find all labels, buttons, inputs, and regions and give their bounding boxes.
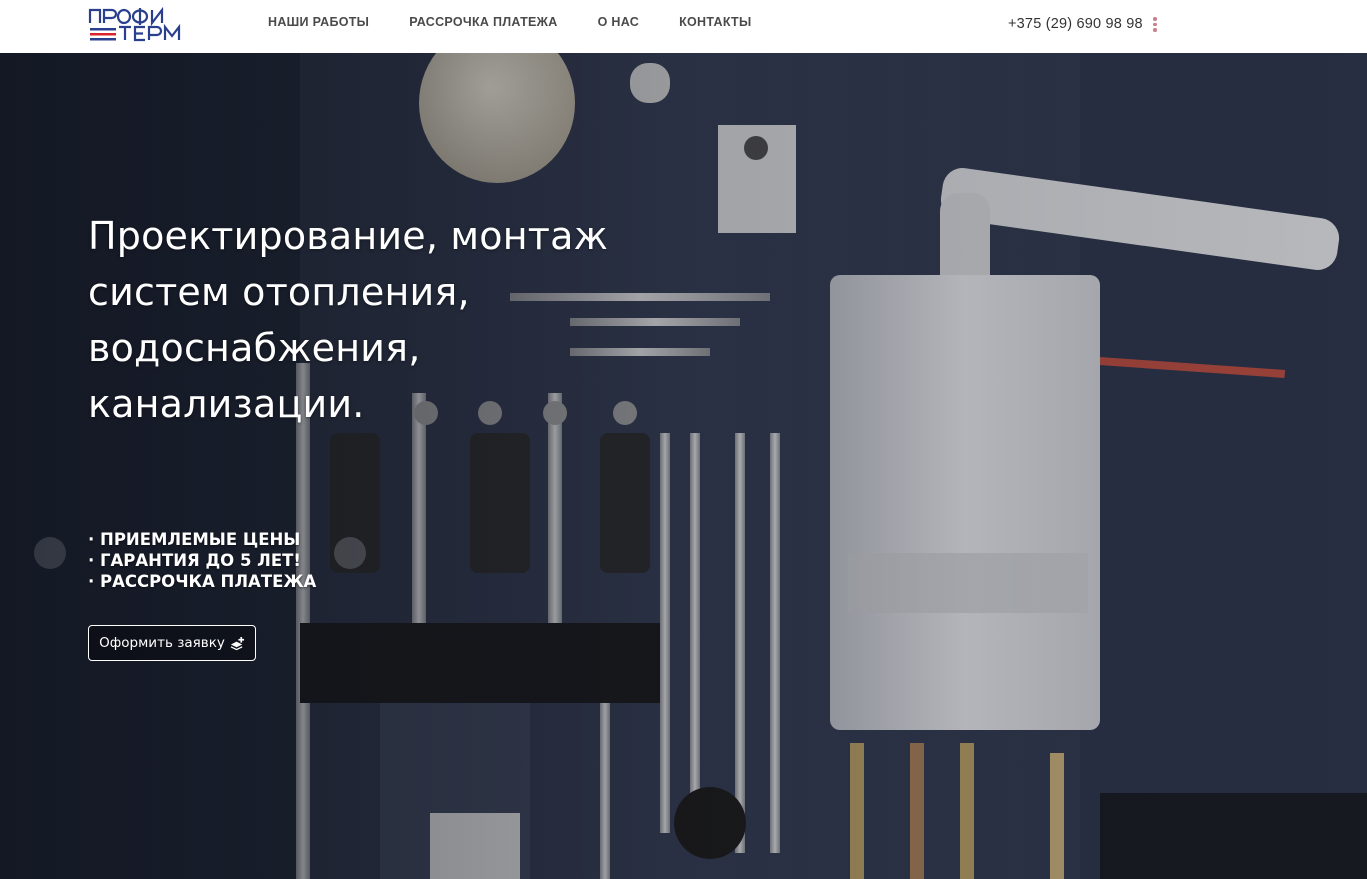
hero-title-line: Проектирование, монтаж (88, 214, 609, 258)
logo-icon (88, 7, 181, 42)
order-request-button[interactable]: Оформить заявку (88, 625, 256, 661)
nav-item-works[interactable]: НАШИ РАБОТЫ (268, 15, 369, 29)
kebab-menu-icon[interactable] (1151, 17, 1159, 33)
hero-overlay (0, 53, 1367, 879)
site-header: НАШИ РАБОТЫ РАССРОЧКА ПЛАТЕЖА О НАС КОНТ… (0, 0, 1367, 53)
feature-item: · ГАРАНТИЯ ДО 5 ЛЕТ! (88, 551, 301, 570)
main-nav: НАШИ РАБОТЫ РАССРОЧКА ПЛАТЕЖА О НАС КОНТ… (268, 15, 792, 29)
hero-title: Проектирование, монтаж систем отопления,… (88, 208, 708, 432)
hero-section: Проектирование, монтаж систем отопления,… (0, 53, 1367, 879)
order-request-label: Оформить заявку (99, 635, 225, 651)
nav-item-installment[interactable]: РАССРОЧКА ПЛАТЕЖА (409, 15, 557, 29)
nav-item-contacts[interactable]: КОНТАКТЫ (679, 15, 751, 29)
hero-title-line: канализации. (88, 382, 365, 426)
phone-link[interactable]: +375 (29) 690 98 98 (1008, 16, 1143, 32)
features-list: · ПРИЕМЛЕМЫЕ ЦЕНЫ · ГАРАНТИЯ ДО 5 ЛЕТ! ·… (88, 529, 316, 592)
hero-title-line: водоснабжения, (88, 326, 421, 370)
feature-item: · РАССРОЧКА ПЛАТЕЖА (88, 572, 317, 591)
feature-item: · ПРИЕМЛЕМЫЕ ЦЕНЫ (88, 530, 301, 549)
hero-title-line: систем отопления, (88, 270, 470, 314)
stack-plus-icon (230, 636, 244, 650)
nav-item-about[interactable]: О НАС (598, 15, 639, 29)
brand-logo[interactable] (88, 7, 200, 43)
